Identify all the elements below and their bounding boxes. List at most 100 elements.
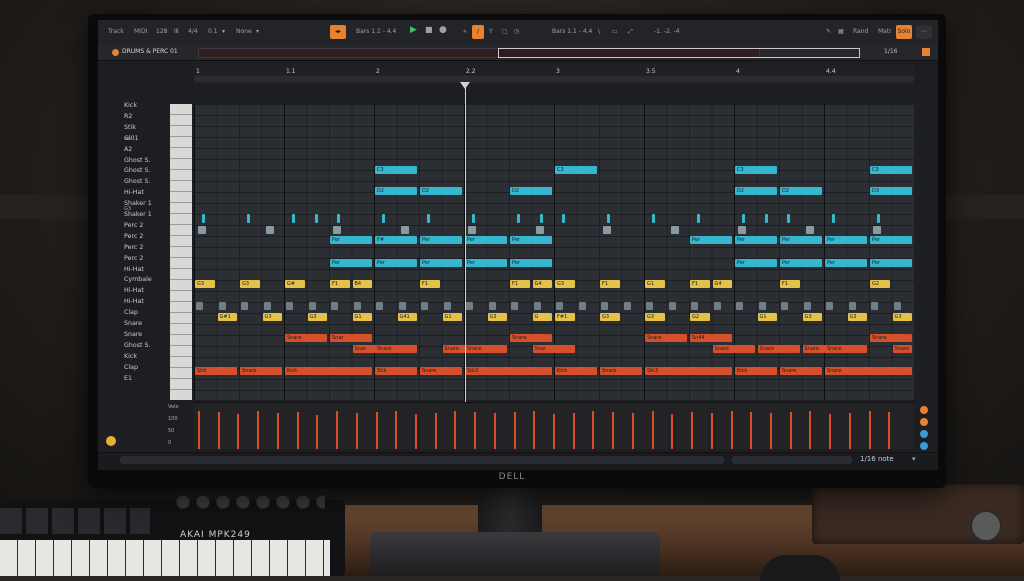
midi-note[interactable]: F1 [330,280,350,288]
ghost-note[interactable] [468,226,476,234]
ghost-note[interactable] [400,226,409,234]
midi-note[interactable]: Snare [240,367,282,375]
hihat-note[interactable] [443,302,451,310]
chevron-down-icon[interactable]: ▾ [912,455,916,463]
midi-note[interactable]: F#1 [555,313,575,321]
midi-note[interactable]: Snare [600,367,642,375]
midi-note[interactable]: G#1 [217,313,237,321]
velocity-bar[interactable] [513,412,516,449]
midi-note[interactable]: C3 [735,166,777,174]
shaker-tick[interactable] [764,214,768,223]
hihat-note[interactable] [781,302,788,310]
hihat-note[interactable] [488,302,496,310]
midi-note[interactable]: Snare [892,345,912,353]
midi-note[interactable]: F# [375,236,417,244]
velocity-bar[interactable] [336,411,339,449]
ghost-note[interactable] [873,226,881,234]
hihat-note[interactable] [601,302,608,310]
midi-note[interactable]: G3 [307,313,327,321]
midi-note[interactable]: Per [420,236,462,244]
velocity-bar[interactable] [414,413,417,449]
shaker-tick[interactable] [247,214,250,223]
shaker-tick[interactable] [472,214,475,223]
hihat-note[interactable] [556,302,563,310]
shaker-tick[interactable] [697,214,700,223]
velocity-bar[interactable] [493,413,496,449]
velocity-bar[interactable] [750,411,753,449]
midi-note[interactable]: F1 [780,280,800,288]
midi-note[interactable]: G3 [600,313,620,321]
hihat-note[interactable] [578,302,586,310]
velocity-bar[interactable] [572,413,575,449]
midi-note[interactable]: Snare [645,334,687,342]
velocity-bar[interactable] [769,413,772,449]
midi-note[interactable]: G3 [555,280,575,288]
velocity-bar[interactable] [296,411,299,449]
midi-note[interactable]: B4 [352,280,372,288]
hihat-note[interactable] [286,302,293,310]
midi-note[interactable]: Snare [757,345,800,353]
midi-note[interactable]: C3 [870,166,912,174]
midi-note[interactable]: G1 [352,313,372,321]
shaker-tick[interactable] [202,214,205,223]
hihat-note[interactable] [308,302,316,310]
midi-note[interactable]: G [532,313,552,321]
midi-note[interactable]: Per [735,236,777,244]
shaker-tick[interactable] [742,214,745,223]
midi-note[interactable]: Per [330,259,372,267]
midi-note[interactable]: D2 [735,187,777,195]
midi-note[interactable]: Stik [375,367,417,375]
hihat-note[interactable] [758,302,766,310]
shaker-tick[interactable] [382,214,385,223]
hihat-note[interactable] [623,302,631,310]
ghost-note[interactable] [603,226,611,234]
midi-note[interactable]: G41 [397,313,417,321]
power-icon[interactable] [106,436,116,446]
midi-note[interactable]: Snare [420,367,462,375]
velocity-tool-icon[interactable] [920,406,928,414]
velocity-bar[interactable] [198,411,200,449]
hihat-note[interactable] [713,302,721,310]
velocity-bar[interactable] [355,413,358,449]
midi-note[interactable]: Per [870,259,912,267]
velocity-bar[interactable] [316,415,319,449]
velocity-lane[interactable] [194,402,914,449]
midi-note[interactable]: G3 [645,313,665,321]
midi-note[interactable]: Snare [712,345,755,353]
ghost-note[interactable] [333,226,341,234]
midi-note[interactable]: C3 [555,166,597,174]
shaker-tick[interactable] [607,214,610,223]
hihat-note[interactable] [241,302,248,310]
midi-note[interactable]: G3 [892,313,912,321]
velocity-bar[interactable] [217,412,220,449]
midi-note[interactable]: G4 [712,280,732,288]
midi-note[interactable]: Per [420,259,462,267]
midi-note[interactable]: Per [735,259,777,267]
midi-note[interactable]: Per [465,236,507,244]
hihat-note[interactable] [533,302,541,310]
velocity-bar[interactable] [237,413,240,449]
shaker-tick[interactable] [832,214,835,223]
midi-note[interactable]: Snar [532,345,575,353]
midi-note[interactable]: D2 [780,187,822,195]
midi-note[interactable]: G# [285,280,305,288]
midi-note[interactable]: Per [465,259,507,267]
midi-note[interactable]: Per [780,236,822,244]
zoom-scrollbar[interactable] [732,456,852,464]
hihat-note[interactable] [398,302,406,310]
automation-tool-icon[interactable] [920,418,928,426]
velocity-bar[interactable] [671,413,674,449]
velocity-bar[interactable] [691,412,694,449]
midi-note[interactable]: Per [870,236,912,244]
ghost-note[interactable] [738,226,746,234]
midi-note[interactable]: G1 [442,313,462,321]
velocity-bar[interactable] [848,413,851,449]
midi-note[interactable]: Per [825,236,867,244]
velocity-bar[interactable] [276,413,279,449]
midi-note[interactable]: Per [510,236,552,244]
hihat-note[interactable] [376,302,383,310]
midi-note[interactable]: Snare [825,367,912,375]
shaker-tick[interactable] [562,214,565,223]
velocity-bar[interactable] [710,413,713,449]
velocity-bar[interactable] [612,412,615,449]
